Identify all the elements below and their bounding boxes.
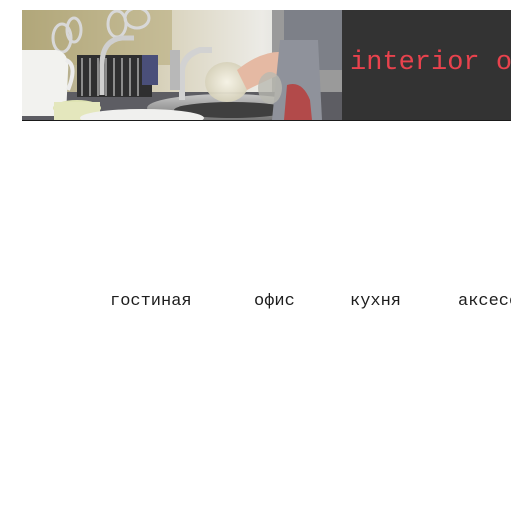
nav-item-accessories[interactable]: аксессуары: [458, 292, 511, 311]
main-nav: гостиная офис кухня аксессуары: [0, 292, 511, 316]
nav-item-kitchen[interactable]: кухня: [350, 292, 401, 311]
nav-item-office[interactable]: офис: [254, 292, 295, 311]
kitchen-photo: [22, 10, 342, 120]
nav-item-living-room[interactable]: гостиная: [110, 292, 192, 311]
site-title: interior objects: [350, 48, 511, 78]
title-panel: interior objects: [342, 10, 511, 120]
header-banner: interior objects: [22, 10, 511, 121]
kitchen-sink-image: [22, 10, 342, 120]
